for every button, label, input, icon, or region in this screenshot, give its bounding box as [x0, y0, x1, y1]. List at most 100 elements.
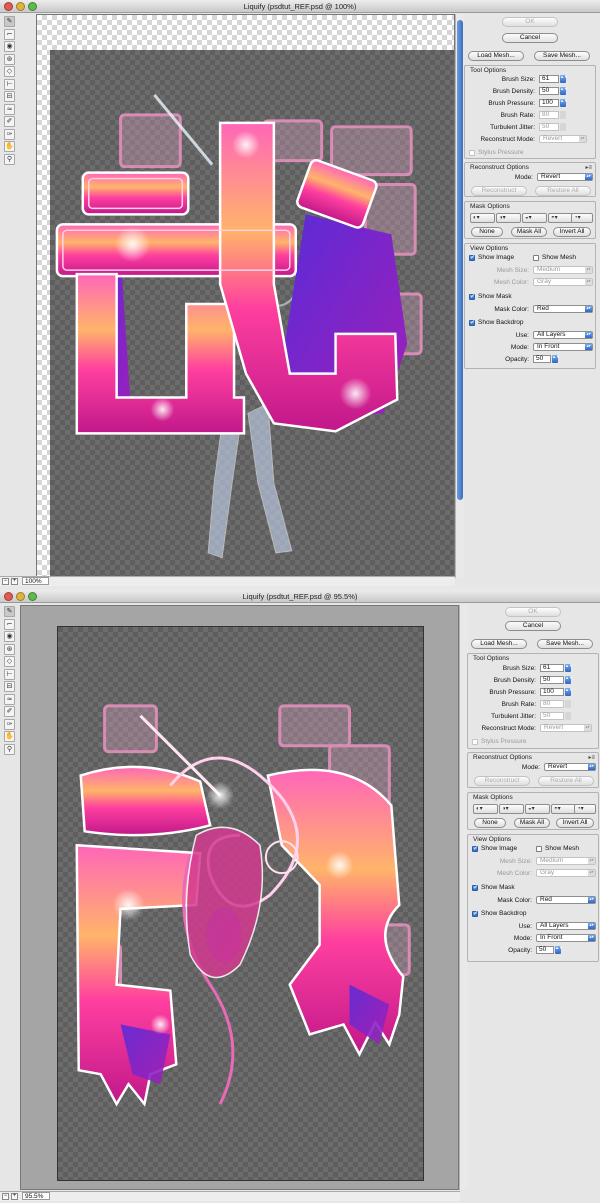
push-left-tool-icon[interactable]: ⊢ — [4, 668, 15, 680]
bloat-tool-icon[interactable]: ◇ — [4, 656, 15, 667]
mask-none-button[interactable]: None — [474, 818, 506, 828]
save-mesh-button[interactable]: Save Mesh... — [537, 639, 593, 649]
zoom-level-field[interactable]: 100% — [22, 577, 49, 585]
brush-rate-field[interactable]: 80 — [540, 700, 564, 708]
brush-density-stepper[interactable]: ▲▼ — [565, 676, 573, 684]
add-to-selection-icon[interactable]: ◑▾ — [496, 213, 521, 223]
show-mesh-checkbox[interactable] — [533, 255, 539, 261]
ok-button[interactable]: OK — [505, 607, 561, 617]
zoom-out-button[interactable]: − — [2, 578, 9, 585]
turbulence-tool-icon[interactable]: ≈ — [4, 693, 15, 705]
subtract-from-selection-icon[interactable]: ◒▾ — [522, 213, 547, 223]
invert-selection-icon[interactable]: ◔▾ — [574, 804, 596, 814]
mesh-size-select[interactable]: Medium ▴▾ — [536, 857, 596, 865]
zoom-out-button[interactable]: − — [2, 1193, 9, 1200]
show-mask-checkbox[interactable]: ✓ — [469, 294, 475, 300]
mirror-tool-icon[interactable]: ⊟ — [4, 681, 15, 692]
turbulent-jitter-stepper[interactable] — [560, 123, 566, 131]
backdrop-use-select[interactable]: All Layers ▴▾ — [536, 922, 596, 930]
zoom-in-button[interactable]: + — [11, 578, 18, 585]
show-backdrop-checkbox[interactable]: ✓ — [469, 320, 475, 326]
stylus-pressure-checkbox[interactable] — [469, 150, 475, 156]
pucker-tool-icon[interactable]: ⊛ — [4, 53, 15, 65]
push-left-tool-icon[interactable]: ⊢ — [4, 78, 15, 90]
load-mesh-button[interactable]: Load Mesh... — [471, 639, 527, 649]
mask-none-button[interactable]: None — [471, 227, 503, 237]
brush-rate-stepper[interactable] — [560, 111, 566, 119]
invert-selection-icon[interactable]: ◔▾ — [571, 213, 593, 223]
backdrop-mode-select[interactable]: In Front ▴▾ — [536, 934, 596, 942]
show-mesh-checkbox[interactable] — [536, 846, 542, 852]
brush-rate-field[interactable]: 80 — [539, 111, 559, 119]
backdrop-mode-select[interactable]: In Front ▴▾ — [533, 343, 593, 351]
brush-size-stepper[interactable]: ▲▼ — [565, 664, 573, 672]
reconstruct-button[interactable]: Reconstruct — [471, 186, 527, 196]
panel-menu-icon[interactable]: ▸≡ — [585, 164, 592, 171]
preview-canvas[interactable] — [20, 605, 459, 1190]
mask-all-button[interactable]: Mask All — [514, 818, 550, 828]
brush-size-stepper[interactable]: ▲▼ — [560, 75, 568, 83]
preview-canvas[interactable] — [36, 14, 455, 578]
add-to-selection-icon[interactable]: ◑▾ — [499, 804, 524, 814]
brush-pressure-field[interactable]: 100 — [539, 99, 559, 107]
opacity-field[interactable]: 50 — [533, 355, 551, 363]
subtract-from-selection-icon[interactable]: ◒▾ — [525, 804, 550, 814]
zoom-tool-icon[interactable]: ⚲ — [4, 153, 15, 165]
brush-density-stepper[interactable]: ▲▼ — [560, 87, 568, 95]
load-mesh-button[interactable]: Load Mesh... — [468, 51, 524, 61]
forward-warp-tool-icon[interactable]: ✎ — [4, 16, 15, 27]
freeze-mask-tool-icon[interactable]: ✐ — [4, 706, 15, 717]
title-bar[interactable]: Liquify (psdtut_REF.psd @ 95.5%) — [0, 590, 600, 603]
hand-tool-icon[interactable]: ✋ — [4, 141, 15, 152]
opacity-stepper[interactable]: ▲▼ — [552, 355, 560, 363]
cancel-button[interactable]: Cancel — [502, 33, 558, 43]
thaw-mask-tool-icon[interactable]: ✑ — [4, 718, 15, 730]
restore-all-button[interactable]: Restore All — [538, 776, 594, 786]
ok-button[interactable]: OK — [502, 17, 558, 27]
mask-color-select[interactable]: Red ▴▾ — [533, 305, 593, 313]
title-bar[interactable]: Liquify (psdtut_REF.psd @ 100%) — [0, 0, 600, 13]
mask-all-button[interactable]: Mask All — [511, 227, 547, 237]
thaw-mask-tool-icon[interactable]: ✑ — [4, 128, 15, 140]
panel-menu-icon[interactable]: ▸≡ — [588, 754, 595, 761]
brush-size-field[interactable]: 61 — [540, 664, 564, 672]
turbulence-tool-icon[interactable]: ≈ — [4, 103, 15, 115]
replace-selection-icon[interactable]: ◐▾ — [473, 804, 498, 814]
backdrop-use-select[interactable]: All Layers ▴▾ — [533, 331, 593, 339]
replace-selection-icon[interactable]: ◐▾ — [470, 213, 495, 223]
restore-all-button[interactable]: Restore All — [535, 186, 591, 196]
brush-pressure-stepper[interactable]: ▲▼ — [560, 99, 568, 107]
turbulent-jitter-stepper[interactable] — [565, 712, 571, 720]
bloat-tool-icon[interactable]: ◇ — [4, 66, 15, 77]
invert-all-button[interactable]: Invert All — [556, 818, 594, 828]
reconstruct-button[interactable]: Reconstruct — [474, 776, 530, 786]
brush-pressure-stepper[interactable]: ▲▼ — [565, 688, 573, 696]
intersect-with-selection-icon[interactable]: ◓▾ — [548, 213, 573, 223]
reconstruct-tool-icon[interactable]: ⌐ — [4, 618, 15, 630]
mirror-tool-icon[interactable]: ⊟ — [4, 91, 15, 102]
reconstruct-mode-dropdown[interactable]: Revert ▴▾ — [537, 173, 593, 181]
zoom-in-button[interactable]: + — [11, 1193, 18, 1200]
brush-density-field[interactable]: 50 — [540, 676, 564, 684]
opacity-field[interactable]: 50 — [536, 946, 554, 954]
intersect-with-selection-icon[interactable]: ◓▾ — [551, 804, 576, 814]
reconstruct-mode-dropdown[interactable]: Revert ▴▾ — [544, 763, 596, 771]
zoom-level-field[interactable]: 95.5% — [22, 1192, 51, 1200]
brush-size-field[interactable]: 61 — [539, 75, 559, 83]
brush-density-field[interactable]: 50 — [539, 87, 559, 95]
hand-tool-icon[interactable]: ✋ — [4, 731, 15, 742]
cancel-button[interactable]: Cancel — [505, 621, 561, 631]
scroll-thumb[interactable] — [457, 20, 463, 500]
mask-color-select[interactable]: Red ▴▾ — [536, 896, 596, 904]
opacity-stepper[interactable]: ▲▼ — [555, 946, 563, 954]
show-image-checkbox[interactable]: ✓ — [472, 846, 478, 852]
brush-rate-stepper[interactable] — [565, 700, 571, 708]
turbulent-jitter-field[interactable]: 50 — [539, 123, 559, 131]
invert-all-button[interactable]: Invert All — [553, 227, 591, 237]
turbulent-jitter-field[interactable]: 50 — [540, 712, 564, 720]
mesh-color-select[interactable]: Gray ▴▾ — [533, 278, 593, 286]
forward-warp-tool-icon[interactable]: ✎ — [4, 606, 15, 617]
save-mesh-button[interactable]: Save Mesh... — [534, 51, 590, 61]
twirl-tool-icon[interactable]: ◉ — [4, 631, 15, 642]
show-backdrop-checkbox[interactable]: ✓ — [472, 911, 478, 917]
